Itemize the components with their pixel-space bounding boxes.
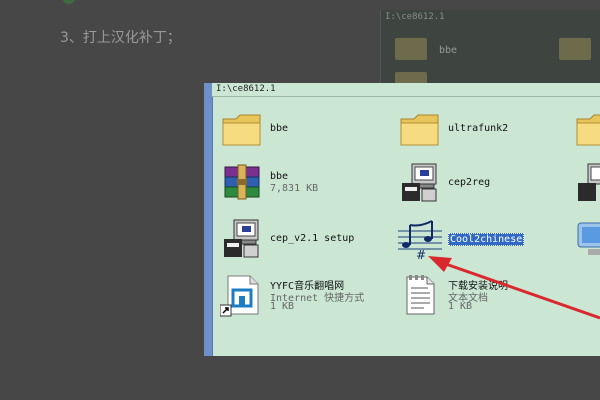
explorer-window: I:\ce8612.1 bbe ultrafunk2 bbe 7,831 KB … (204, 83, 600, 356)
file-item-partial-folder[interactable] (574, 107, 600, 153)
step-marker-icon (62, 0, 76, 4)
file-item-cep2reg[interactable]: cep2reg (398, 161, 568, 207)
file-name: cep2reg (448, 177, 491, 188)
file-item-partial-monitor[interactable] (574, 217, 600, 263)
file-name: bbe (270, 171, 289, 182)
background-path: I:\ce8612.1 (385, 12, 445, 22)
background-explorer-window: I:\ce8612.1 bbe (380, 10, 600, 94)
address-path: I:\ce8612.1 (216, 84, 276, 94)
folder-icon (559, 38, 591, 60)
file-item-yyfc-shortcut[interactable]: YYFC音乐翻唱网 Internet 快捷方式 1 KB (220, 273, 390, 323)
installer-program-icon (224, 219, 259, 258)
task-pane-edge (204, 83, 213, 356)
file-item-bbe-folder[interactable]: bbe (220, 107, 380, 153)
file-item-ultrafunk2-folder[interactable]: ultrafunk2 (398, 107, 568, 153)
file-name: ultrafunk2 (448, 123, 509, 134)
music-notes-icon: # (398, 217, 442, 261)
file-size: 7,831 KB (270, 183, 319, 194)
installer-program-icon (578, 163, 600, 201)
file-item-bbe-archive[interactable]: bbe 7,831 KB (220, 161, 380, 207)
svg-text:#: # (416, 248, 426, 261)
file-item-partial-program[interactable] (574, 161, 600, 207)
folder-icon (576, 114, 600, 146)
file-name-selected: Cool2chinese (448, 233, 525, 246)
file-name: cep_v2.1 setup (270, 233, 355, 244)
text-document-icon (406, 275, 435, 315)
file-item-cep-setup[interactable]: cep_v2.1 setup (220, 217, 380, 263)
file-size: 1 KB (448, 301, 473, 312)
installer-program-icon (402, 163, 437, 202)
step-instruction: 3、打上汉化补丁； (60, 30, 181, 46)
folder-icon (400, 114, 439, 146)
file-name: bbe (270, 123, 289, 134)
file-item-cool2chinese[interactable]: # Cool2chinese (398, 217, 568, 263)
winrar-archive-icon (224, 164, 260, 200)
folder-icon (395, 38, 427, 60)
monitor-icon (577, 222, 600, 255)
address-bar[interactable]: I:\ce8612.1 (212, 83, 600, 97)
internet-shortcut-icon (220, 275, 259, 317)
file-size: 1 KB (270, 301, 295, 312)
file-item-install-notes[interactable]: 下载安装说明 文本文档 1 KB (398, 273, 568, 323)
background-folder-label: bbe (439, 45, 458, 56)
folder-icon (222, 114, 261, 146)
